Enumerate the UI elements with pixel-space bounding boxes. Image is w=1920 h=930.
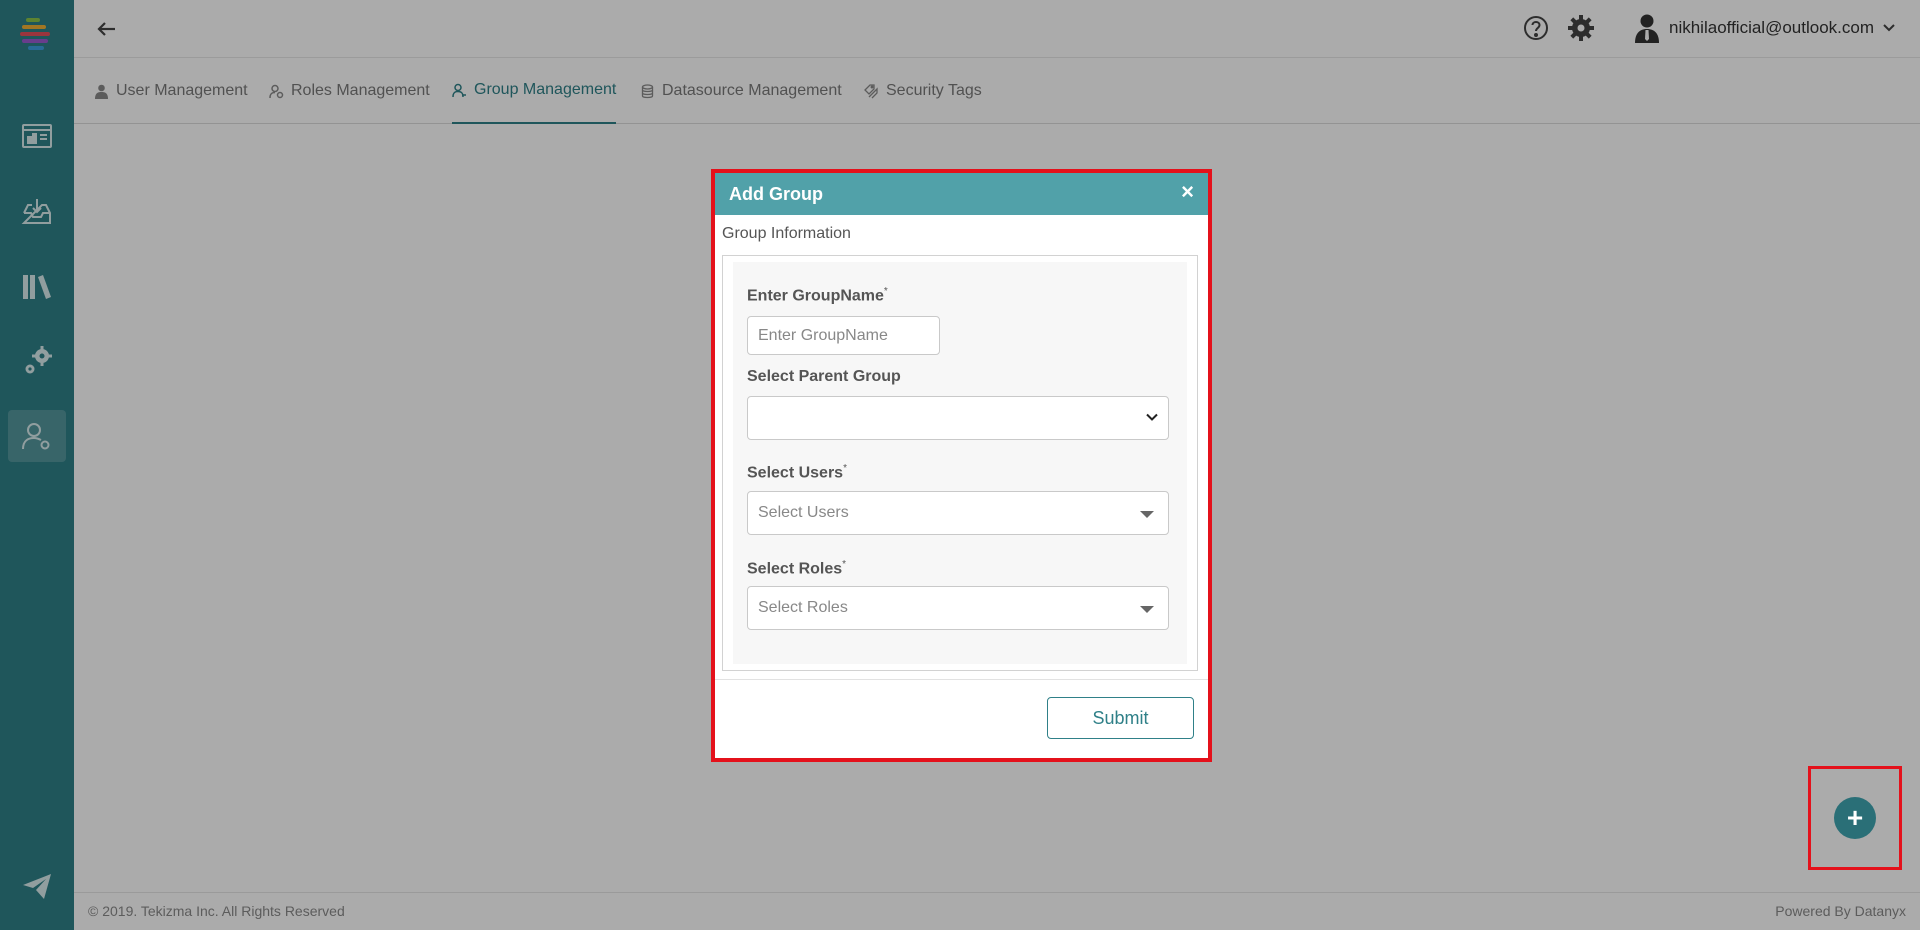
chevron-down-icon bbox=[1146, 413, 1158, 421]
section-title: Group Information bbox=[722, 225, 851, 242]
required-mark: * bbox=[883, 286, 888, 297]
roles-multiselect[interactable]: Select Roles bbox=[747, 586, 1169, 630]
add-group-fab[interactable]: + bbox=[1834, 797, 1876, 839]
form-body: Enter GroupName* Select Parent Group Sel… bbox=[733, 262, 1187, 664]
modal-header: Add Group × bbox=[715, 173, 1208, 215]
group-name-label: Enter GroupName* bbox=[747, 286, 888, 305]
submit-button[interactable]: Submit bbox=[1047, 697, 1194, 739]
users-placeholder: Select Users bbox=[758, 504, 849, 521]
parent-group-select[interactable] bbox=[747, 396, 1169, 440]
required-mark: * bbox=[843, 463, 847, 474]
parent-group-label: Select Parent Group bbox=[747, 368, 901, 385]
group-form: Enter GroupName* Select Parent Group Sel… bbox=[722, 255, 1198, 671]
close-icon[interactable]: × bbox=[1181, 179, 1194, 205]
roles-placeholder: Select Roles bbox=[758, 599, 848, 616]
users-multiselect[interactable]: Select Users bbox=[747, 491, 1169, 535]
dropdown-caret-icon bbox=[1140, 606, 1154, 613]
group-name-input[interactable] bbox=[747, 316, 940, 355]
users-label: Select Users* bbox=[747, 463, 847, 482]
roles-label: Select Roles* bbox=[747, 559, 847, 578]
dropdown-caret-icon bbox=[1140, 511, 1154, 518]
add-group-modal: Add Group × Group Information Enter Grou… bbox=[715, 173, 1208, 758]
modal-divider bbox=[715, 679, 1208, 680]
modal-title: Add Group bbox=[729, 184, 823, 204]
required-mark: * bbox=[842, 559, 847, 570]
